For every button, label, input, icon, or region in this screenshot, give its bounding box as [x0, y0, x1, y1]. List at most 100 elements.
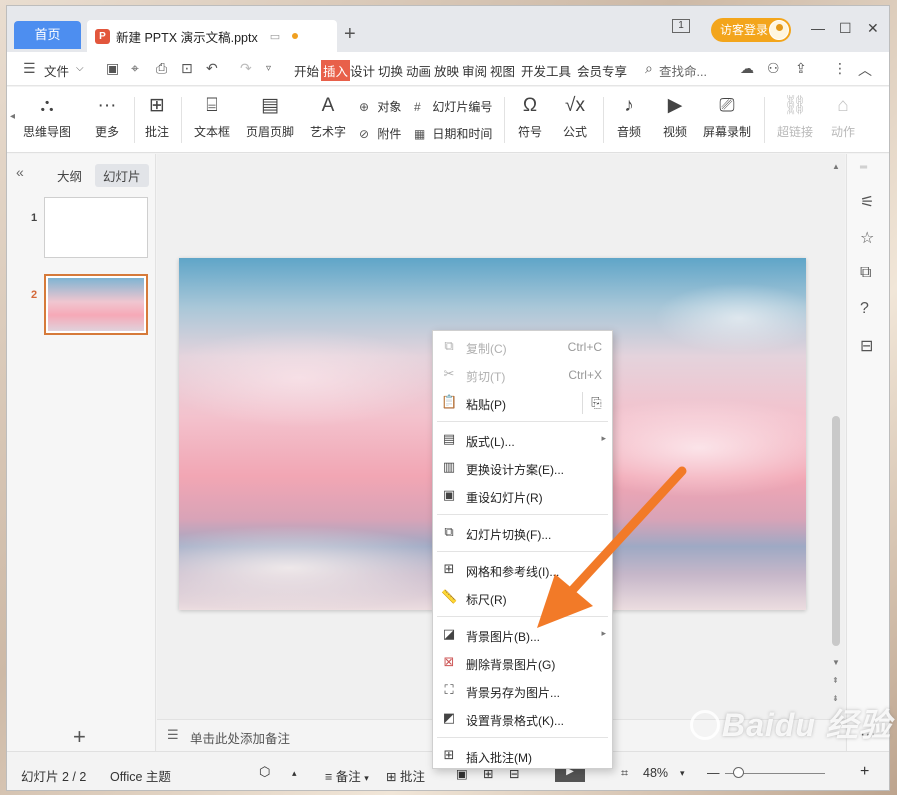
ribbon-scroll-left-icon[interactable]: ◂	[10, 111, 15, 122]
zoom-slider-handle[interactable]	[733, 767, 744, 778]
fit-window-icon[interactable]: ⌗	[621, 766, 628, 781]
login-button[interactable]: 访客登录	[711, 18, 791, 42]
screen-record-button[interactable]: ⎚ 屏幕录制	[701, 87, 753, 140]
customize-toolbar-icon[interactable]: ▿	[266, 63, 271, 74]
mindmap-button[interactable]: ⛬ 思维导图	[19, 87, 75, 140]
transition-icon[interactable]: ⧉	[860, 264, 871, 282]
share-user-icon[interactable]: ⚇	[767, 60, 780, 77]
notes-placeholder[interactable]: 单击此处添加备注	[190, 728, 290, 747]
tab-outline[interactable]: 大纲	[49, 164, 90, 187]
more-button[interactable]: ··· 更多	[87, 87, 127, 140]
action-button[interactable]: ⌂ 动作	[825, 87, 861, 140]
symbol-button[interactable]: Ω 符号	[510, 87, 550, 140]
screen-icon[interactable]: ▭	[270, 30, 280, 43]
slide-thumbnail-2[interactable]	[44, 274, 148, 335]
zoom-out-icon[interactable]: —	[707, 766, 720, 780]
slide-thumbnail-1[interactable]	[44, 197, 148, 258]
paste-options-icon[interactable]: ⎘	[582, 392, 610, 414]
close-button[interactable]: ✕	[867, 20, 879, 37]
menu-tab-transition[interactable]: 切换	[378, 61, 403, 80]
menu-item-format-background[interactable]: ◩ 设置背景格式(K)...	[433, 706, 612, 732]
comment-toggle-button[interactable]: ⊞ 批注	[386, 766, 425, 785]
inbox-icon[interactable]: ⊟	[860, 336, 873, 356]
print-preview-icon[interactable]: ⊡	[181, 60, 193, 77]
menu-item-cut[interactable]: ✂ 剪切(T) Ctrl+X	[433, 362, 612, 388]
hamburger-icon[interactable]: ☰	[23, 60, 36, 77]
menu-tab-animation[interactable]: 动画	[406, 61, 431, 80]
menu-item-copy[interactable]: ⧉ 复制(C) Ctrl+C	[433, 334, 612, 360]
menu-item-layout[interactable]: ▤ 版式(L)... ▸	[433, 427, 612, 453]
home-tab[interactable]: 首页	[14, 21, 81, 49]
save-icon[interactable]: ▣	[106, 60, 119, 77]
wordart-button[interactable]: A 艺术字	[303, 87, 353, 140]
formula-button[interactable]: √x 公式	[555, 87, 595, 140]
zoom-level[interactable]: 48%	[643, 766, 668, 780]
video-button[interactable]: ▶ 视频	[655, 87, 695, 140]
object-button[interactable]: ⊕ 对象	[359, 98, 401, 115]
animation-star-icon[interactable]: ☆	[860, 228, 874, 248]
collapse-ribbon-icon[interactable]: ︿	[858, 60, 872, 80]
expand-up-icon[interactable]: ▴	[292, 768, 297, 779]
search-icon[interactable]: ⌕	[645, 60, 653, 77]
menu-tab-developer[interactable]: 开发工具	[521, 61, 571, 80]
baidu-watermark: Baidu 经验	[690, 700, 892, 746]
theme-name[interactable]: Office 主题	[110, 766, 171, 785]
new-tab-button[interactable]: +	[344, 23, 356, 46]
ribbon-divider	[181, 97, 182, 143]
menu-item-transition[interactable]: ⧉ 幻灯片切换(F)...	[433, 520, 612, 546]
menu-tab-view[interactable]: 视图	[490, 61, 515, 80]
datetime-button[interactable]: ▦ 日期和时间	[414, 125, 492, 142]
cube-icon[interactable]: ⬡	[259, 764, 270, 780]
header-footer-button[interactable]: ▤ 页眉页脚	[244, 87, 296, 140]
menu-tab-review[interactable]: 审阅	[462, 61, 487, 80]
scroll-up-icon[interactable]: ▲	[832, 162, 840, 171]
chevron-down-icon[interactable]: ⌵	[76, 63, 84, 74]
menu-item-background-picture[interactable]: ◪ 背景图片(B)... ▸	[433, 622, 612, 648]
hyperlink-button[interactable]: ⛓ 超链接	[771, 87, 819, 140]
tab-slides[interactable]: 幻灯片	[95, 164, 149, 187]
add-slide-button[interactable]: +	[73, 724, 86, 750]
format-painter-icon[interactable]: ⌖	[131, 60, 139, 77]
menu-item-reset-slide[interactable]: ▣ 重设幻灯片(R)	[433, 483, 612, 509]
menu-tab-member[interactable]: 会员专享	[577, 61, 627, 80]
menu-tab-insert[interactable]: 插入	[321, 60, 351, 81]
menu-item-change-design[interactable]: ▥ 更换设计方案(E)...	[433, 455, 612, 481]
page-up-icon[interactable]: ⇞	[832, 676, 839, 685]
menu-item-ruler[interactable]: 📏 标尺(R)	[433, 585, 612, 611]
more-icon[interactable]: ⋮	[833, 60, 847, 77]
document-tab[interactable]: P 新建 PPTX 演示文稿.pptx ▭	[87, 20, 337, 52]
undo-icon[interactable]: ↶	[206, 60, 218, 77]
comment-button[interactable]: ⊞ 批注	[139, 87, 175, 140]
zoom-dropdown-icon[interactable]: ▾	[680, 768, 685, 779]
menu-item-save-background[interactable]: ⛶ 背景另存为图片...	[433, 678, 612, 704]
help-icon[interactable]: ?	[860, 300, 869, 318]
minimize-button[interactable]: —	[811, 20, 825, 36]
scrollbar-thumb[interactable]	[832, 416, 840, 646]
notes-toggle-button[interactable]: ≡ 备注 ▾	[325, 766, 369, 785]
zoom-in-icon[interactable]: +	[860, 763, 869, 781]
search-input[interactable]: 查找命...	[659, 61, 707, 80]
scroll-down-icon[interactable]: ▼	[832, 658, 840, 667]
audio-button[interactable]: ♪ 音频	[609, 87, 649, 140]
textbox-button[interactable]: ⌸ 文本框	[187, 87, 237, 140]
collapse-pane-icon[interactable]: «	[16, 164, 24, 180]
file-menu[interactable]: 文件	[44, 61, 69, 80]
menu-item-insert-comment[interactable]: ⊞ 插入批注(M)	[433, 743, 612, 769]
redo-icon[interactable]: ↷	[240, 60, 252, 77]
menu-item-paste[interactable]: 📋 粘贴(P) ⎘	[433, 390, 612, 416]
menu-item-grid[interactable]: ⊞ 网格和参考线(I)...	[433, 557, 612, 583]
cloud-icon[interactable]: ☁	[740, 60, 754, 77]
menu-tab-slideshow[interactable]: 放映	[434, 61, 459, 80]
menu-tab-design[interactable]: 设计	[350, 61, 375, 80]
vertical-scrollbar[interactable]: ▲ ▼ ⇞ ⇟	[828, 154, 845, 719]
menu-tab-home[interactable]: 开始	[294, 61, 319, 80]
window-layout-button[interactable]: 1	[672, 19, 690, 33]
attachment-button[interactable]: ⊘ 附件	[359, 125, 401, 142]
properties-icon[interactable]: ⚟	[860, 192, 874, 212]
export-icon[interactable]: ⇪	[795, 60, 807, 77]
maximize-button[interactable]: ☐	[839, 20, 852, 37]
print-icon[interactable]: ⎙	[156, 60, 167, 77]
slide-number-button[interactable]: # 幻灯片编号	[414, 98, 492, 115]
menu-item-delete-background[interactable]: ⊠ 删除背景图片(G)	[433, 650, 612, 676]
drag-handle-icon[interactable]: ═	[860, 162, 867, 173]
